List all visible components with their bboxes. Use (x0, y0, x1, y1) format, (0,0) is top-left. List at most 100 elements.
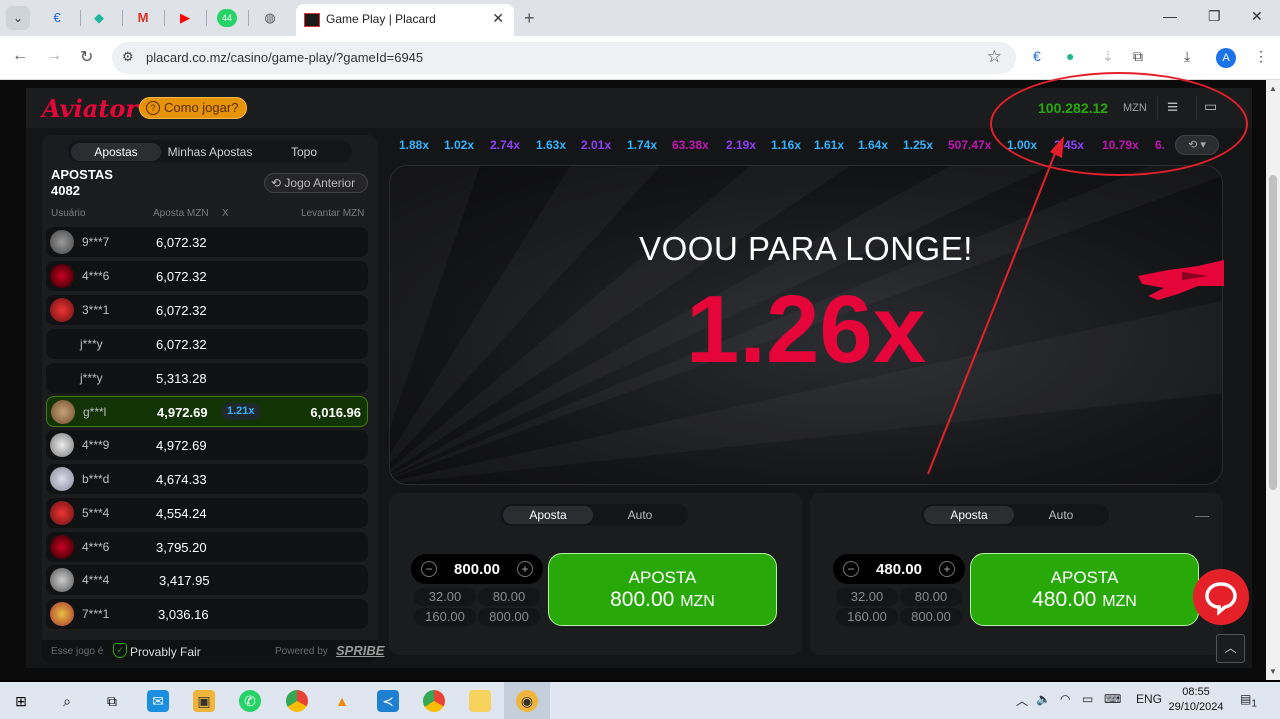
bet-user: j***y (80, 337, 103, 351)
tab-minhas-apostas[interactable]: Minhas Apostas (163, 143, 257, 161)
bet-amount-value[interactable]: 800.00 (439, 561, 515, 578)
tab-apostas[interactable]: Apostas (71, 143, 161, 161)
whatsapp-icon[interactable]: ✆ (239, 690, 261, 712)
new-tab-button[interactable]: + (524, 8, 535, 29)
quick-amount-chip[interactable]: 800.00 (900, 608, 962, 626)
back-button[interactable]: ← (12, 47, 28, 65)
vscode-icon[interactable]: ≺ (377, 690, 399, 712)
tab-game-play[interactable]: Game Play | Placard ✕ (296, 4, 514, 36)
chrome-profile-icon[interactable] (423, 690, 445, 712)
how-to-play-button[interactable]: ? Como jogar? (139, 97, 248, 119)
globe-tab[interactable]: ◍ (259, 8, 281, 28)
bookmark-star-icon[interactable]: ☆ (987, 47, 1002, 67)
avatar (50, 264, 74, 288)
bet-amount-value[interactable]: 480.00 (861, 561, 937, 578)
profile-avatar[interactable]: A (1216, 48, 1236, 68)
plane-icon (1138, 260, 1224, 300)
quick-amount-chip[interactable]: 32.00 (414, 588, 476, 606)
notifications-icon[interactable]: ▤1 (1240, 692, 1257, 709)
browser-app-icon[interactable]: ◉ (516, 690, 538, 712)
quick-amount-chip[interactable]: 160.00 (836, 608, 898, 626)
language-indicator[interactable]: ENG (1136, 692, 1162, 706)
quick-amount-chip[interactable]: 160.00 (414, 608, 476, 626)
pinned-tab-1[interactable]: € (46, 8, 68, 28)
plus-icon[interactable]: + (939, 561, 955, 577)
volume-icon[interactable]: 🔈 (1036, 692, 1051, 706)
task-view-icon[interactable]: ⧉ (101, 690, 123, 712)
bet-row: 4***4 3,417.95 (46, 565, 368, 595)
forward-button[interactable]: → (46, 47, 62, 65)
scroll-to-top-button[interactable]: ︿ (1216, 634, 1245, 663)
place-bet-button[interactable]: APOSTA 800.00 MZN (548, 553, 777, 626)
tab-topo[interactable]: Topo (259, 143, 349, 161)
bet-amount-stepper[interactable]: − 800.00 + (411, 554, 543, 584)
history-multiplier: 1.02x (444, 138, 475, 152)
search-icon[interactable]: ⌕ (56, 690, 78, 712)
quick-amount-chip[interactable]: 80.00 (900, 588, 962, 606)
chrome-icon[interactable] (286, 690, 308, 712)
extension-1-icon[interactable]: € (1033, 48, 1041, 64)
minus-icon[interactable]: − (421, 561, 437, 577)
store-icon[interactable]: ▣ (193, 690, 215, 712)
downloads-icon[interactable]: ⤓ (1184, 48, 1190, 65)
battery-icon[interactable]: ▭ (1082, 692, 1093, 706)
url-text[interactable]: placard.co.mz/casino/game-play/?gameId=6… (146, 50, 423, 65)
bet-button-amount: 800.00 (610, 588, 675, 611)
close-window-button[interactable]: ✕ (1251, 8, 1263, 25)
tab-bet[interactable]: Aposta (503, 506, 593, 524)
previous-game-label: Jogo Anterior (284, 176, 356, 190)
extension-3-icon[interactable]: ⇣ (1102, 48, 1114, 65)
scroll-up-icon[interactable]: ▲ (1269, 84, 1277, 93)
flew-away-text: VOOU PARA LONGE! (639, 230, 973, 267)
file-explorer-icon[interactable] (469, 690, 491, 712)
wifi-icon[interactable]: ◠ (1060, 692, 1070, 706)
avatar (50, 501, 74, 525)
previous-game-button[interactable]: ⟲ Jogo Anterior (264, 173, 368, 193)
place-bet-button[interactable]: APOSTA 480.00 MZN (970, 553, 1199, 626)
remove-bet-panel-icon[interactable]: — (1195, 507, 1209, 523)
tab-search-button[interactable]: ⌄ (6, 6, 30, 30)
mail-icon[interactable]: ✉ (147, 690, 169, 712)
bet-button-label: APOSTA (1050, 568, 1119, 587)
page-scrollbar[interactable]: ▲ ▼ (1266, 80, 1280, 680)
history-multiplier: 2.19x (726, 138, 757, 152)
close-tab-icon[interactable]: ✕ (492, 10, 504, 27)
restore-button[interactable]: ❐ (1208, 8, 1221, 25)
minus-icon[interactable]: − (843, 561, 859, 577)
crash-multiplier: 1.26x (685, 276, 927, 383)
quick-amount-chip[interactable]: 32.00 (836, 588, 898, 606)
site-info-icon[interactable]: ⚙ (122, 49, 134, 65)
scroll-down-icon[interactable]: ▼ (1269, 667, 1277, 676)
history-icon: ⟲ (271, 176, 285, 190)
extensions-puzzle-icon[interactable]: ⧉ (1133, 48, 1143, 65)
keyboard-icon[interactable]: ⌨ (1104, 692, 1121, 706)
tab-auto[interactable]: Auto (1016, 506, 1106, 524)
browser-menu-icon[interactable]: ⋮ (1254, 48, 1268, 65)
gmail-tab[interactable]: M (132, 8, 154, 28)
minimize-button[interactable]: — (1163, 8, 1177, 24)
bet-button-amount-line: 480.00 MZN (971, 588, 1198, 612)
tab-bet[interactable]: Aposta (924, 506, 1014, 524)
reload-button[interactable]: ↻ (80, 47, 93, 67)
quick-amount-chip[interactable]: 80.00 (478, 588, 540, 606)
plus-icon[interactable]: + (517, 561, 533, 577)
clock[interactable]: 08:55 29/10/2024 (1168, 685, 1224, 715)
extension-2-icon[interactable]: ● (1066, 48, 1074, 64)
bet-row: 7***1 3,036.16 (46, 599, 368, 629)
cashout-multiplier: 1.21x (221, 403, 261, 420)
bet-amount-stepper[interactable]: − 480.00 + (833, 554, 965, 584)
omnibox[interactable]: ⚙ placard.co.mz/casino/game-play/?gameId… (112, 42, 1016, 74)
tray-expand-icon[interactable]: ︿ (1016, 692, 1028, 709)
scroll-thumb[interactable] (1269, 175, 1277, 490)
quick-amount-chip[interactable]: 800.00 (478, 608, 540, 626)
vlc-icon[interactable]: ▲ (331, 690, 353, 712)
tab-auto[interactable]: Auto (595, 506, 685, 524)
pinned-tab-2[interactable]: ◆ (88, 8, 110, 28)
aviator-logo: Aviator (42, 94, 138, 123)
provably-fair-link[interactable]: Provably Fair (130, 645, 201, 659)
youtube-tab[interactable]: ▶ (174, 8, 196, 28)
bets-count: 4082 (51, 183, 80, 198)
whatsapp-tab[interactable]: 44 (217, 9, 237, 27)
live-chat-button[interactable] (1193, 569, 1249, 625)
windows-start-icon[interactable]: ⊞ (10, 690, 32, 712)
